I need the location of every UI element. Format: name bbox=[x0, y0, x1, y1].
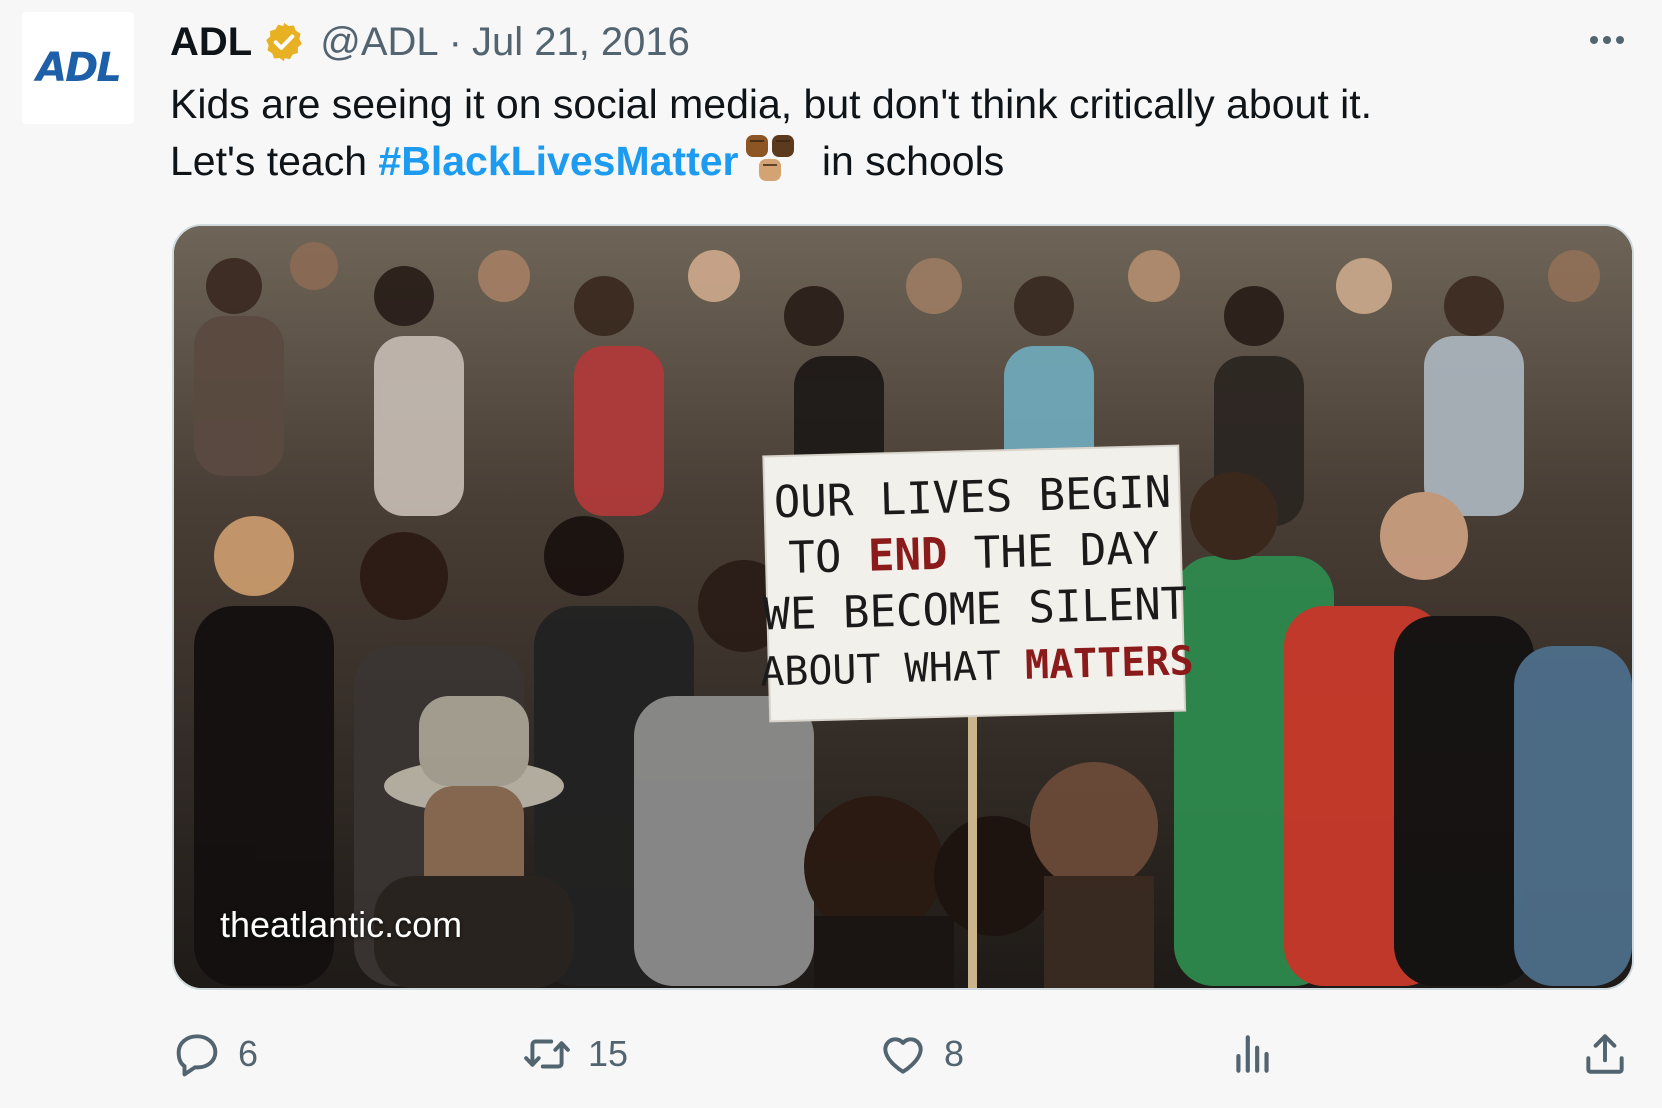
views-icon bbox=[1236, 1035, 1269, 1073]
retweet-count: 15 bbox=[588, 1033, 629, 1074]
verified-badge-icon bbox=[266, 22, 303, 62]
more-icon[interactable] bbox=[1582, 22, 1632, 58]
tweet-text: Kids are seeing it on social media, but … bbox=[170, 76, 1610, 190]
author-name[interactable]: ADL bbox=[170, 20, 252, 65]
share-button[interactable] bbox=[1580, 1024, 1630, 1084]
raised-fists-emoji bbox=[746, 135, 795, 181]
tweet-text-line-1: Kids are seeing it on social media, but … bbox=[170, 81, 1373, 127]
tweet-text-prefix: Let's teach bbox=[170, 138, 379, 184]
protest-photo: OUR LIVES BEGIN TO END THE DAY WE BECOME… bbox=[174, 226, 1632, 988]
tweet-actions: 6 15 8 bbox=[172, 1024, 1630, 1084]
avatar-logo-text: ADL bbox=[36, 45, 122, 91]
retweet-icon bbox=[524, 1039, 570, 1069]
like-icon bbox=[883, 1037, 923, 1074]
views-button[interactable] bbox=[1228, 1024, 1278, 1084]
hashtag-link[interactable]: #BlackLivesMatter bbox=[378, 138, 738, 184]
retweet-button[interactable]: 15 bbox=[522, 1024, 628, 1084]
tweet-date[interactable]: Jul 21, 2016 bbox=[472, 20, 690, 65]
tweet-media-card[interactable]: OUR LIVES BEGIN TO END THE DAY WE BECOME… bbox=[172, 224, 1634, 990]
tweet-text-line-2: Let's teach #BlackLivesMatter in schools bbox=[170, 133, 1610, 190]
tweet-text-suffix: in schools bbox=[810, 138, 1005, 184]
header-separator: · bbox=[448, 19, 462, 64]
sign-line-1: OUR LIVES BEGIN bbox=[773, 467, 1172, 528]
sign-line-2: TO END THE DAY bbox=[788, 523, 1160, 584]
avatar[interactable]: ADL bbox=[22, 12, 134, 124]
like-count: 8 bbox=[944, 1033, 965, 1074]
media-source-label: theatlantic.com bbox=[220, 904, 463, 945]
tweet-header: ADL @ADL · Jul 21, 2016 bbox=[170, 18, 690, 66]
author-handle[interactable]: @ADL bbox=[320, 20, 438, 65]
reply-icon bbox=[176, 1034, 218, 1077]
like-button[interactable]: 8 bbox=[878, 1024, 964, 1084]
share-icon bbox=[1586, 1034, 1624, 1074]
reply-count: 6 bbox=[238, 1033, 259, 1074]
reply-button[interactable]: 6 bbox=[172, 1024, 258, 1084]
